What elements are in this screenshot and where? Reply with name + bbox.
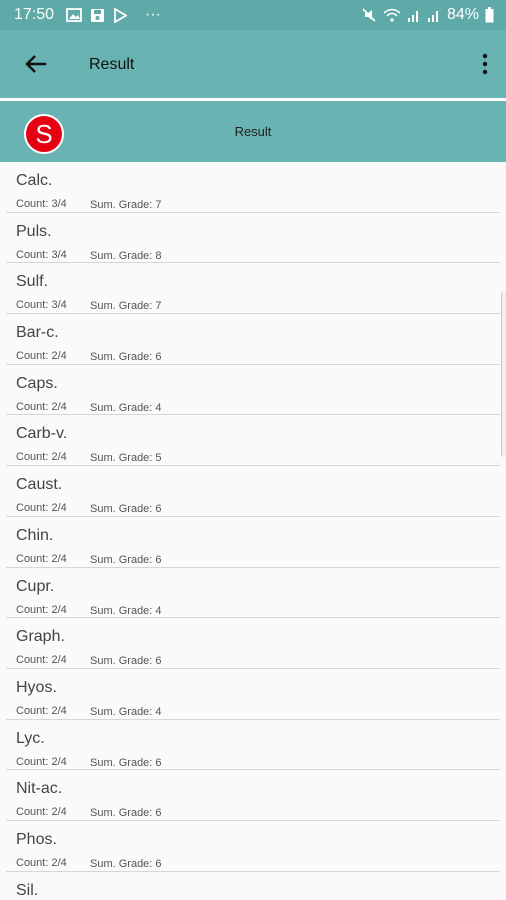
count-label: Count: 2/4 [16,806,67,819]
grade-label: Sum. Grade: 6 [90,553,162,566]
list-item[interactable]: Chin. Count: 2/4 Sum. Grade: 6 [6,517,500,568]
overflow-menu-icon[interactable] [478,50,492,78]
count-label: Count: 2/4 [16,502,67,515]
list-item[interactable]: Lyc. Count: 2/4 Sum. Grade: 6 [6,720,500,771]
more-notifications-icon: ··· [145,6,161,23]
section-title: Result [234,124,272,139]
remedy-name: Sil. [16,881,39,899]
count-label: Count: 2/4 [16,856,67,869]
grade-label: Sum. Grade: 6 [90,503,162,516]
battery-percent: 84% [446,6,479,23]
grade-label: Sum. Grade: 7 [90,300,162,313]
result-header: S Result [0,101,506,162]
grade-label: Sum. Grade: 7 [90,199,162,211]
status-time: 17:50 [14,6,55,23]
remedy-name: Chin. [16,526,54,544]
app-bar: Result [0,30,506,98]
remedy-name: Calc. [16,172,53,189]
mute-icon [362,8,376,22]
list-item[interactable]: Carb-v. Count: 2/4 Sum. Grade: 5 [6,415,500,467]
remedy-name: Hyos. [16,678,57,696]
list-item[interactable]: Hyos. Count: 2/4 Sum. Grade: 4 [6,669,500,720]
remedy-name: Caust. [16,476,63,494]
grade-label: Sum. Grade: 5 [90,452,162,465]
count-label: Count: 2/4 [16,755,67,768]
count-label: Count: 2/4 [16,350,67,363]
scrollbar[interactable] [501,291,506,457]
grade-label: Sum. Grade: 8 [90,249,162,262]
count-label: Count: 2/4 [16,400,67,413]
grade-label: Sum. Grade: 6 [90,807,162,820]
count-label: Count: 2/4 [16,603,67,616]
status-bar: 17:50 ··· 84% [0,0,506,30]
remedy-name: Graph. [16,628,65,646]
remedy-name: Phos. [16,830,57,848]
gallery-icon [66,8,82,22]
list-item[interactable]: Caust. Count: 2/4 Sum. Grade: 6 [6,466,500,517]
list-item[interactable]: Graph. Count: 2/4 Sum. Grade: 6 [6,618,500,669]
count-label: Count: 3/4 [16,248,67,261]
page-title: Result [89,56,135,73]
count-label: Count: 2/4 [16,552,67,565]
list-item[interactable]: Puls. Count: 3/4 Sum. Grade: 8 [6,213,500,264]
list-item[interactable]: Cupr. Count: 2/4 Sum. Grade: 4 [6,568,500,619]
list-item[interactable]: Bar-c. Count: 2/4 Sum. Grade: 6 [6,314,500,365]
list-item[interactable]: Caps. Count: 2/4 Sum. Grade: 4 [6,365,500,416]
battery-icon [485,7,494,23]
list-item[interactable]: Sulf. Count: 3/4 Sum. Grade: 7 [6,263,500,315]
play-store-icon [114,7,127,23]
count-label: Count: 3/4 [16,299,67,312]
remedy-name: Nit-ac. [16,780,63,798]
remedy-name: Lyc. [16,729,45,747]
count-label: Count: 2/4 [16,654,67,667]
remedy-name: Sulf. [16,273,49,291]
save-icon [91,8,104,22]
count-label: Count: 3/4 [16,198,67,210]
signal-2-icon [427,11,438,22]
grade-label: Sum. Grade: 6 [90,857,162,870]
result-list[interactable]: Calc. Count: 3/4 Sum. Grade: 7 Puls. Count: … [0,162,506,900]
grade-label: Sum. Grade: 4 [90,401,162,414]
grade-label: Sum. Grade: 6 [90,756,162,769]
remedy-name: Puls. [16,222,52,240]
remedy-name: Caps. [16,374,58,392]
grade-label: Sum. Grade: 6 [90,351,162,364]
count-label: Count: 2/4 [16,451,67,464]
list-item[interactable]: Nit-ac. Count: 2/4 Sum. Grade: 6 [6,770,500,821]
remedy-name: Bar-c. [16,324,59,342]
list-item[interactable]: Phos. Count: 2/4 Sum. Grade: 6 [6,821,500,872]
count-label: Count: 2/4 [16,704,67,717]
back-arrow-icon[interactable] [22,50,50,78]
signal-1-icon [407,11,418,22]
grade-label: Sum. Grade: 4 [90,604,162,617]
grade-label: Sum. Grade: 4 [90,705,162,718]
notification-icons: ··· [66,5,161,25]
system-icons: 84% [361,5,494,25]
remedy-name: Carb-v. [16,425,68,443]
list-item[interactable]: Calc. Count: 3/4 Sum. Grade: 7 [6,162,500,213]
remedy-name: Cupr. [16,577,55,595]
grade-label: Sum. Grade: 6 [90,655,162,668]
wifi-icon [383,8,401,22]
list-item[interactable]: Sil. [6,872,500,900]
